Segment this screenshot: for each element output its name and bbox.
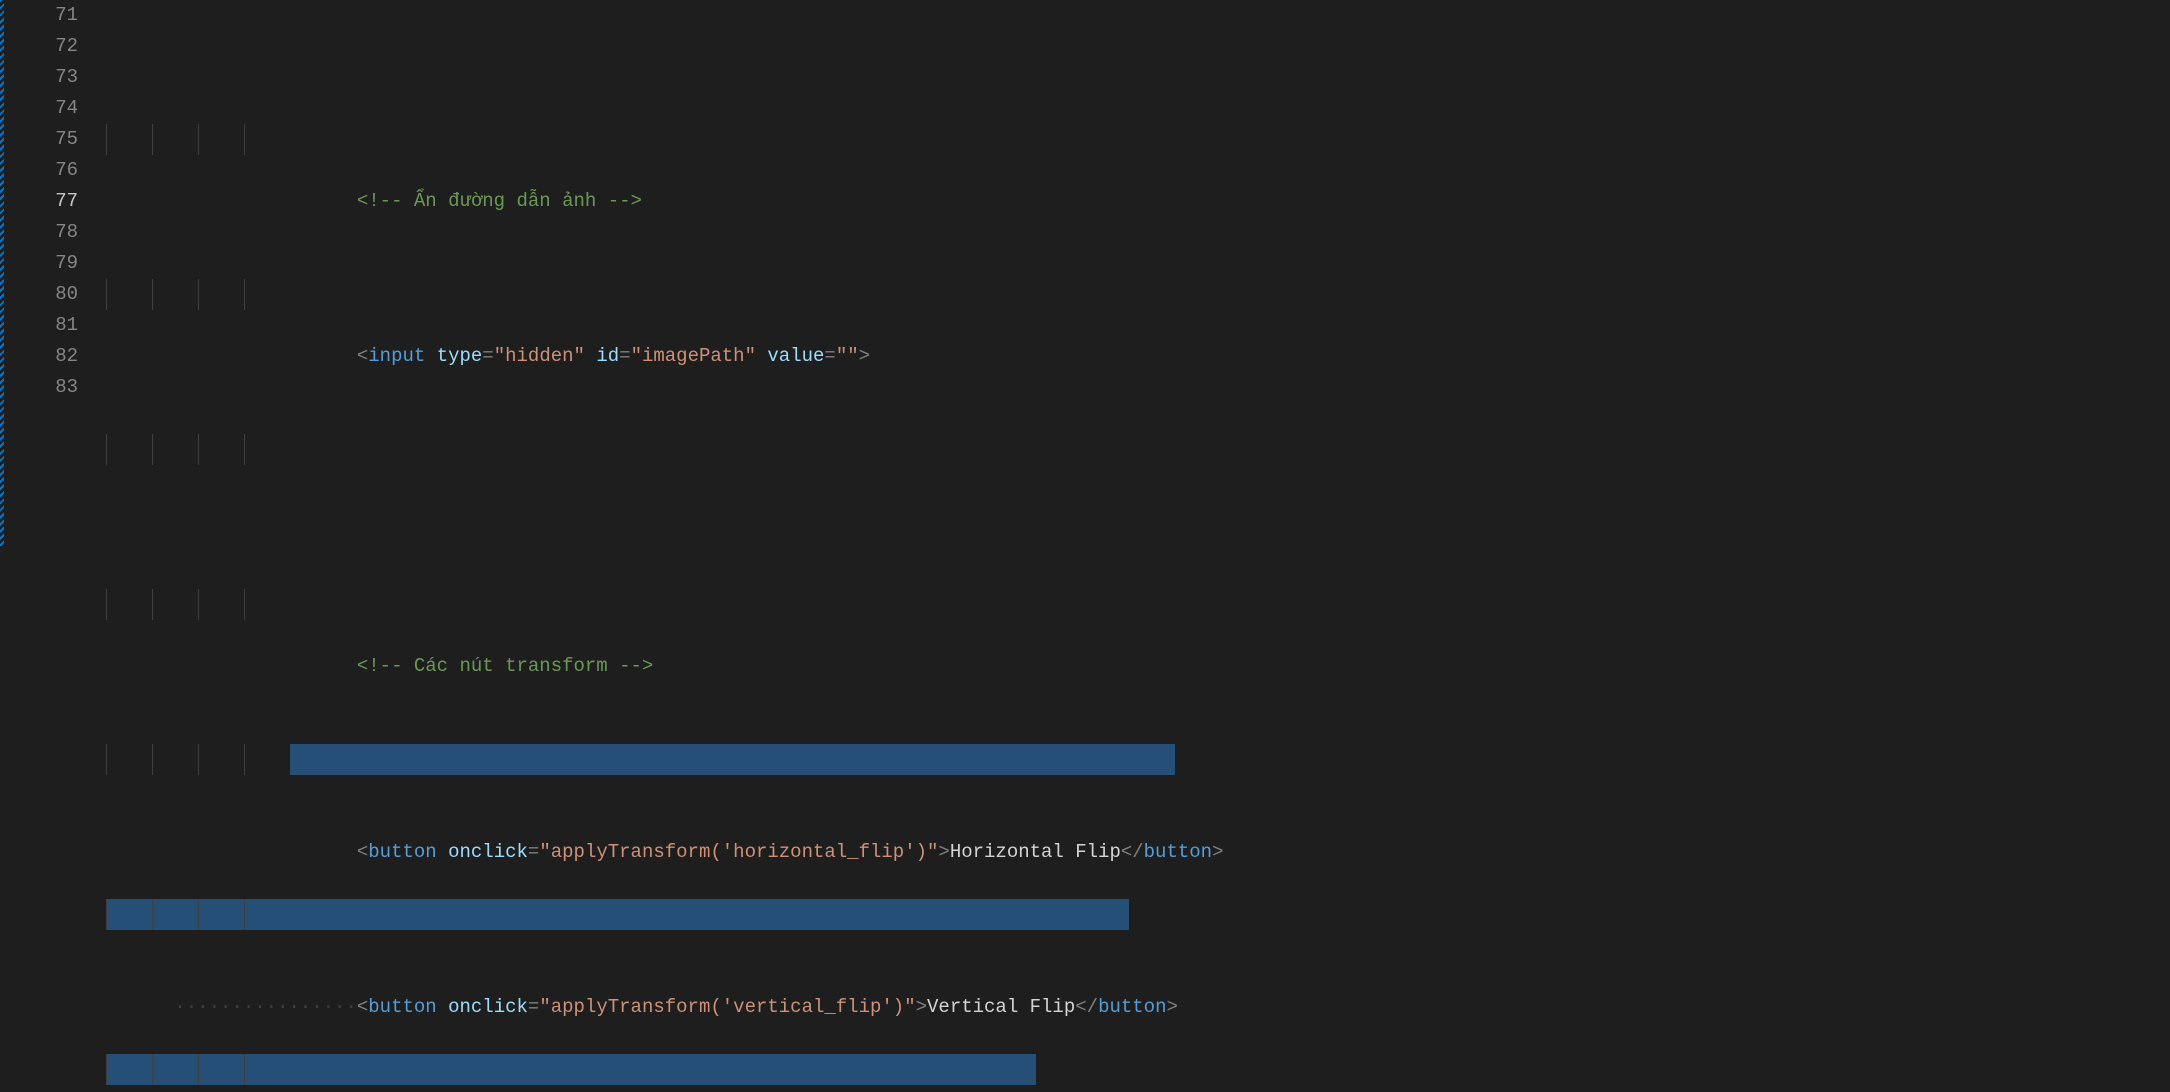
line-number[interactable]: 71 (0, 0, 78, 31)
code-line[interactable]: <button onclick="applyTransform('horizon… (106, 744, 2170, 775)
code-line[interactable]: <input type="hidden" id="imagePath" valu… (106, 279, 2170, 310)
line-number-active[interactable]: 77 (0, 186, 78, 217)
comment-close: --> (608, 190, 642, 212)
change-indicator (0, 0, 4, 546)
code-line[interactable]: <!-- Các nút transform --> (106, 589, 2170, 620)
text-content: Horizontal Flip (950, 841, 1121, 863)
line-numbers: 71 72 73 74 75 76 77 78 79 80 81 82 83 (0, 0, 106, 403)
code-line[interactable]: <!-- Ẩn đường dẫn ảnh --> (106, 124, 2170, 155)
line-number[interactable]: 76 (0, 155, 78, 186)
line-number[interactable]: 75 (0, 124, 78, 155)
tag-name: button (368, 996, 436, 1018)
comment-text: Các nút transform (402, 655, 619, 677)
line-number[interactable]: 83 (0, 372, 78, 403)
line-number[interactable]: 79 (0, 248, 78, 279)
tag-name: button (1098, 996, 1166, 1018)
gutter: 71 72 73 74 75 76 77 78 79 80 81 82 83 (0, 0, 106, 546)
code-line[interactable]: ················<button onclick="applyTr… (106, 1054, 2170, 1085)
line-number[interactable]: 74 (0, 93, 78, 124)
text-content: Vertical Flip (927, 996, 1075, 1018)
selection-highlight (106, 1054, 1036, 1085)
line-number[interactable]: 72 (0, 31, 78, 62)
code-line[interactable]: ················<button onclick="applyTr… (106, 899, 2170, 930)
selection-highlight (290, 744, 1175, 775)
attr-value: hidden (505, 345, 573, 367)
attr: onclick (448, 996, 528, 1018)
tag-name: input (368, 345, 425, 367)
attr-value: imagePath (642, 345, 745, 367)
line-number[interactable]: 80 (0, 279, 78, 310)
code-editor: 71 72 73 74 75 76 77 78 79 80 81 82 83 <… (0, 0, 2170, 546)
line-number[interactable]: 73 (0, 62, 78, 93)
code-area[interactable]: <!-- Ẩn đường dẫn ảnh --> <input type="h… (106, 0, 2170, 546)
line-number[interactable]: 82 (0, 341, 78, 372)
attr-value: applyTransform('vertical_flip') (551, 996, 904, 1018)
code-line[interactable] (106, 434, 2170, 465)
comment-text: Ẩn đường dẫn ảnh (402, 190, 607, 212)
attr: type (437, 345, 483, 367)
comment-open: <!-- (357, 190, 403, 212)
attr: onclick (448, 841, 528, 863)
attr: id (596, 345, 619, 367)
line-number[interactable]: 81 (0, 310, 78, 341)
comment-open: <!-- (357, 655, 403, 677)
tag-name: button (1144, 841, 1212, 863)
comment-close: --> (619, 655, 653, 677)
selection-highlight (106, 899, 1129, 930)
tag-name: button (368, 841, 436, 863)
line-number[interactable]: 78 (0, 217, 78, 248)
attr: value (767, 345, 824, 367)
attr-value: applyTransform('horizontal_flip') (551, 841, 927, 863)
